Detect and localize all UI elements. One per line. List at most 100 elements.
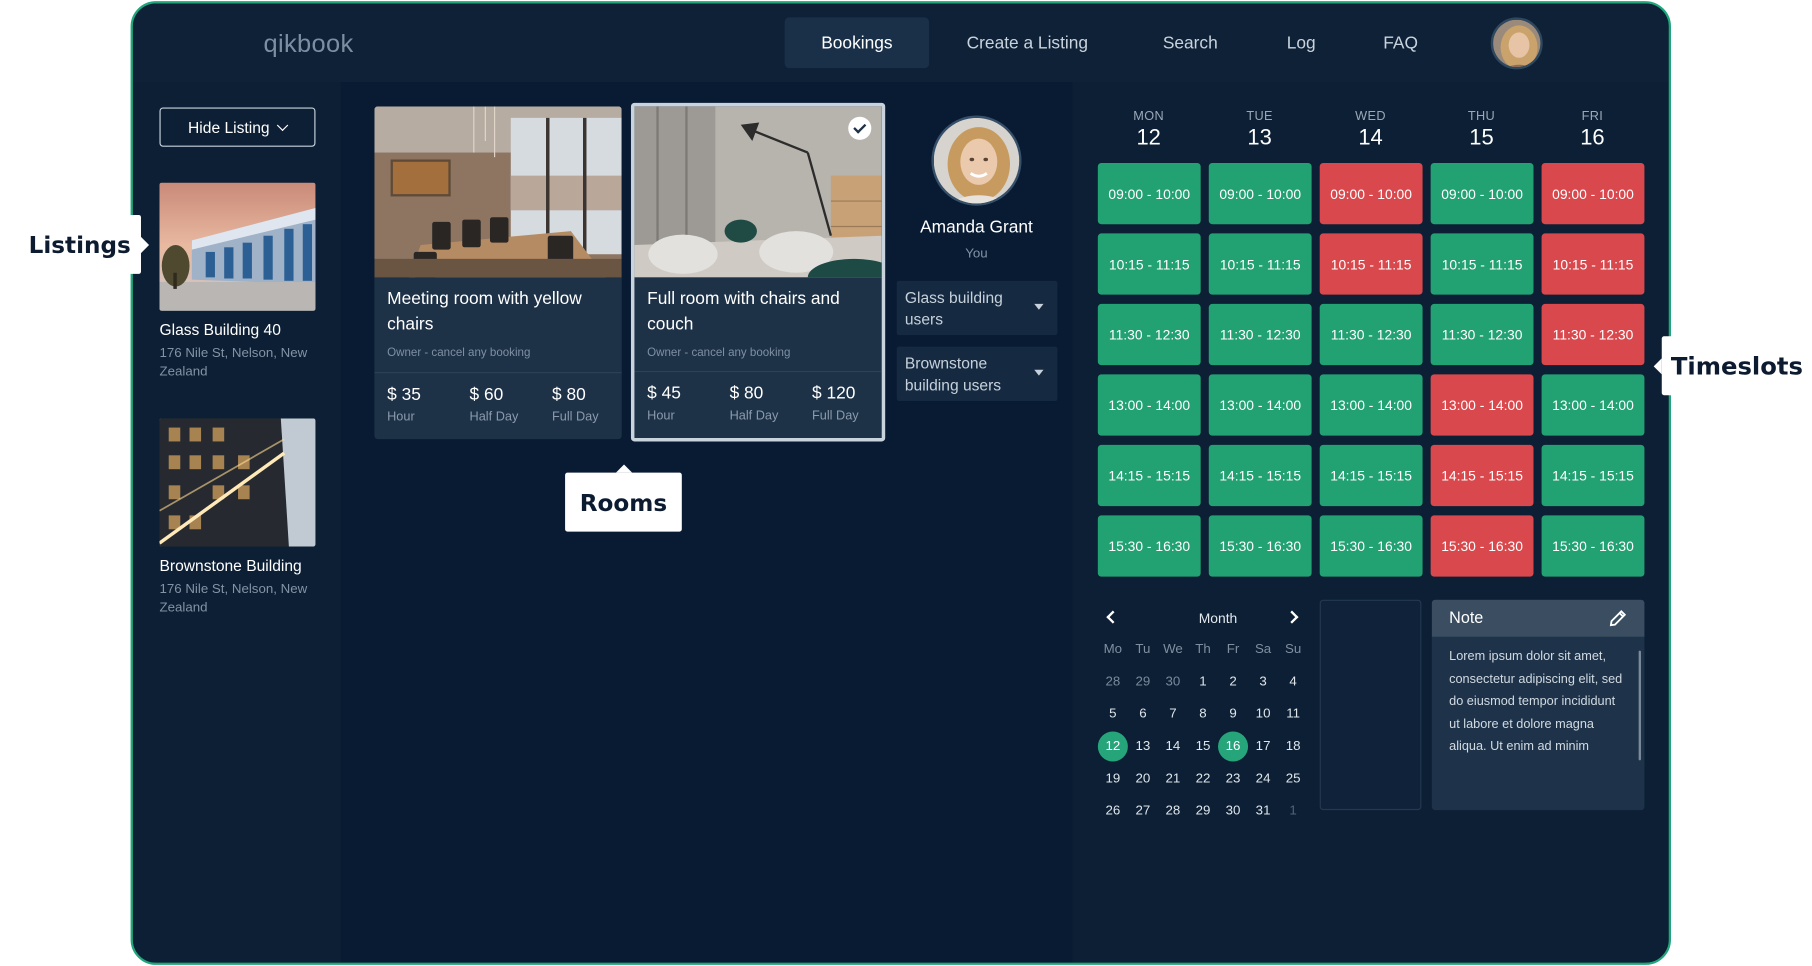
calendar-day[interactable]: 24 [1248,764,1278,794]
timeslot-available[interactable]: 09:00 - 10:00 [1430,162,1534,225]
calendar-day[interactable]: 31 [1248,796,1278,826]
weekday-label: Th [1195,642,1211,657]
calendar-day[interactable]: 28 [1158,796,1188,826]
nav-log[interactable]: Log [1263,17,1339,68]
timeslot-booked[interactable]: 15:30 - 16:30 [1430,515,1534,577]
calendar-day[interactable]: 23 [1218,764,1248,794]
nav-bookings[interactable]: Bookings [784,17,930,69]
day-header: THU 15 [1431,110,1533,152]
timeslot-available[interactable]: 11:30 - 12:30 [1097,303,1201,366]
timeslot-available[interactable]: 14:15 - 15:15 [1208,444,1312,507]
calendar-day[interactable]: 15 [1188,732,1218,762]
timeslot-booked[interactable]: 10:15 - 11:15 [1541,233,1645,295]
calendar-day[interactable]: 6 [1128,699,1158,729]
weekday-label: Tu [1135,642,1151,657]
calendar-day[interactable]: 26 [1098,796,1128,826]
calendar-day-selected[interactable]: 16 [1218,731,1249,762]
timeslot-booked[interactable]: 11:30 - 12:30 [1541,303,1645,366]
timeslot-available[interactable]: 13:00 - 14:00 [1097,374,1201,436]
calendar-day[interactable]: 1 [1188,667,1218,697]
price-value: $ 45 [647,383,681,404]
calendar-day[interactable]: 25 [1278,764,1308,794]
hide-listing-dropdown[interactable]: Hide Listing [159,107,316,147]
timeslot-booked[interactable]: 13:00 - 14:00 [1430,374,1534,436]
user-group-dropdown[interactable]: Glass building users [896,280,1058,336]
calendar-day[interactable]: 14 [1158,732,1188,762]
calendar-day[interactable]: 4 [1278,667,1308,697]
timeslot-available[interactable]: 09:00 - 10:00 [1097,162,1201,225]
calendar-day[interactable]: 10 [1248,699,1278,729]
timeslot-booked[interactable]: 09:00 - 10:00 [1319,162,1423,225]
calendar-prev-button[interactable] [1102,609,1120,625]
timeslot-available[interactable]: 11:30 - 12:30 [1319,303,1423,366]
calendar-day[interactable]: 28 [1098,667,1128,697]
calendar-day[interactable]: 2 [1218,667,1248,697]
timeslot-available[interactable]: 15:30 - 16:30 [1541,515,1645,577]
nav-faq[interactable]: FAQ [1362,17,1438,68]
room-card-selected[interactable]: Full room with chairs and couch Owner - … [630,102,886,442]
nav-create-listing[interactable]: Create a Listing [942,17,1113,68]
calendar-day[interactable]: 5 [1098,699,1128,729]
weekday-label: Su [1284,642,1302,657]
price-label: Half Day [729,409,779,423]
caret-down-icon [1034,369,1044,376]
calendar-day[interactable]: 1 [1278,796,1308,826]
calendar-day-selected[interactable]: 12 [1097,731,1128,762]
listing-card[interactable]: Glass Building 40 176 Nile St, Nelson, N… [159,182,316,382]
calendar-day[interactable]: 7 [1158,699,1188,729]
calendar-day[interactable]: 13 [1128,732,1158,762]
calendar-day[interactable]: 8 [1188,699,1218,729]
calendar-day[interactable]: 17 [1248,732,1278,762]
timeslot-available[interactable]: 14:15 - 15:15 [1097,444,1201,507]
calendar-day[interactable]: 29 [1188,796,1218,826]
timeslot-available[interactable]: 11:30 - 12:30 [1208,303,1312,366]
user-avatar [931,115,1022,206]
nav-search[interactable]: Search [1138,17,1242,68]
timeslot-available[interactable]: 10:15 - 11:15 [1097,233,1201,295]
timeslot-available[interactable]: 13:00 - 14:00 [1319,374,1423,436]
timeslot-available[interactable]: 13:00 - 14:00 [1541,374,1645,436]
timeslot-available[interactable]: 14:15 - 15:15 [1541,444,1645,507]
avatar-photo [1493,19,1541,68]
day-header: MON 12 [1098,110,1200,152]
timeslot-available[interactable]: 13:00 - 14:00 [1208,374,1312,436]
timeslot-available[interactable]: 15:30 - 16:30 [1319,515,1423,577]
timeslot-available[interactable]: 15:30 - 16:30 [1097,515,1201,577]
calendar-day[interactable]: 22 [1188,764,1218,794]
timeslot-booked[interactable]: 14:15 - 15:15 [1430,444,1534,507]
calendar-next-button[interactable] [1285,609,1302,625]
price-value: $ 80 [729,383,764,404]
pencil-icon[interactable] [1607,608,1628,629]
room-card[interactable]: Meeting room with yellow chairs Owner - … [374,106,622,440]
timeslot-available[interactable]: 14:15 - 15:15 [1319,444,1423,507]
room-owner-note: Owner - cancel any booking [387,346,531,360]
listing-card[interactable]: Brownstone Building 176 Nile St, Nelson,… [159,418,316,617]
calendar-day[interactable]: 11 [1278,699,1308,729]
note-body[interactable]: Lorem ipsum dolor sit amet, consectetur … [1432,637,1645,759]
app-logo[interactable]: qikbook [263,29,353,59]
callout-pointer [615,464,633,473]
user-group-dropdown[interactable]: Brownstone building users [896,346,1058,401]
calendar-day[interactable]: 9 [1218,699,1248,729]
calendar-day[interactable]: 29 [1128,667,1158,697]
chevron-left-icon [1106,610,1120,624]
calendar-day[interactable]: 20 [1128,764,1158,794]
price-label: Hour [387,410,415,425]
calendar-day[interactable]: 30 [1218,796,1248,826]
timeslot-available[interactable]: 10:15 - 11:15 [1208,233,1312,295]
timeslot-booked[interactable]: 09:00 - 10:00 [1541,162,1645,225]
timeslot-available[interactable]: 09:00 - 10:00 [1208,162,1312,225]
timeslot-available[interactable]: 10:15 - 11:15 [1430,233,1534,295]
calendar-day[interactable]: 3 [1248,667,1278,697]
timeslot-available[interactable]: 11:30 - 12:30 [1430,303,1534,366]
calendar-day[interactable]: 18 [1278,732,1308,762]
timeslot-available[interactable]: 15:30 - 16:30 [1208,515,1312,577]
user-avatar-menu[interactable] [1490,17,1543,70]
timeslot-booked[interactable]: 10:15 - 11:15 [1319,233,1423,295]
calendar-day[interactable]: 27 [1128,796,1158,826]
calendar-day[interactable]: 30 [1158,667,1188,697]
calendar-day[interactable]: 19 [1098,764,1128,794]
callout-listings: Listings [18,214,150,274]
calendar-day[interactable]: 21 [1158,764,1188,794]
note-scrollbar[interactable] [1638,650,1641,761]
